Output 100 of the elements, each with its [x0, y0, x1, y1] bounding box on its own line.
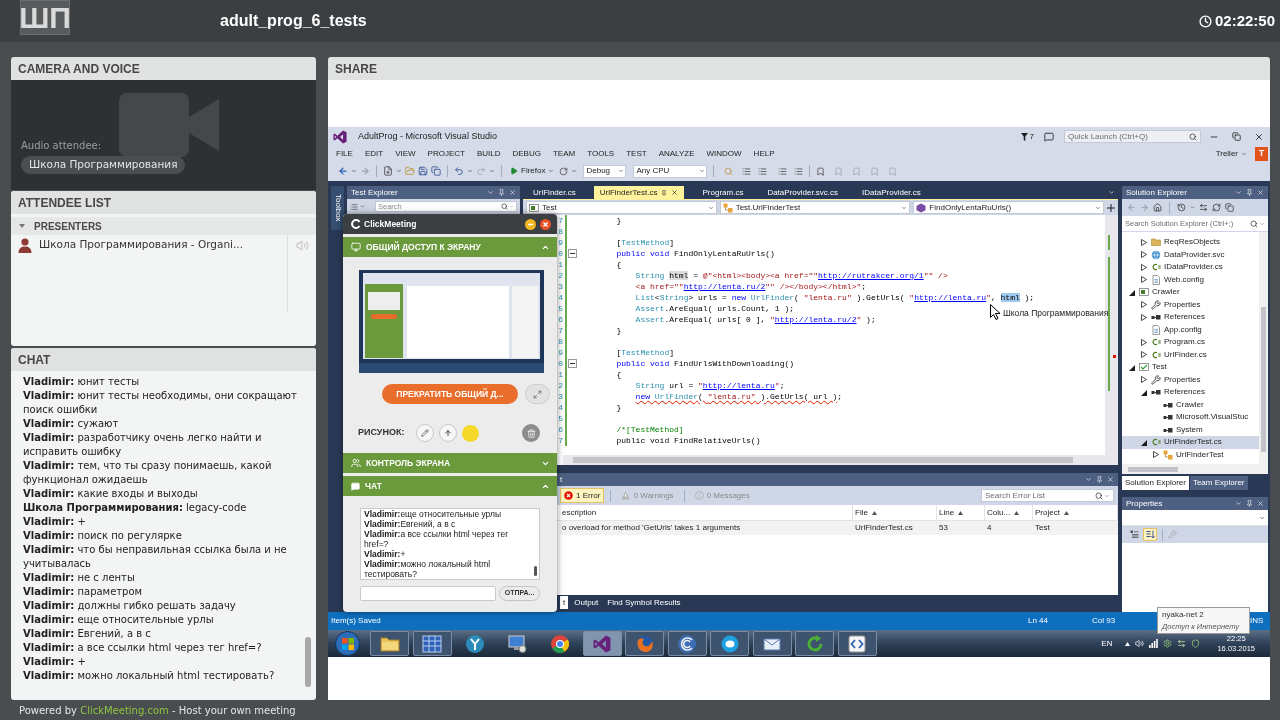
list-icon[interactable]	[758, 166, 768, 176]
panel-tab[interactable]: Solution Explorer	[1122, 476, 1189, 490]
column-header[interactable]: Line	[937, 505, 985, 520]
menu-item[interactable]: FILE	[336, 147, 353, 160]
collapsed-arrow-icon[interactable]	[1141, 376, 1147, 384]
collapsed-arrow-icon[interactable]	[1141, 351, 1147, 359]
vertical-scrollbar[interactable]	[1259, 232, 1268, 464]
taskbar-button[interactable]	[837, 631, 877, 656]
expanded-arrow-icon[interactable]	[1129, 363, 1135, 371]
collapsed-arrow-icon[interactable]	[1141, 301, 1147, 309]
menu-item[interactable]: HELP	[753, 147, 775, 160]
caret-icon[interactable]	[571, 168, 578, 174]
list-icon[interactable]	[742, 166, 752, 176]
run-button[interactable]: Firefox	[508, 165, 557, 177]
menu-item[interactable]: PROJECT	[427, 147, 465, 160]
tree-item[interactable]: Web.config	[1122, 273, 1259, 286]
scrollbar-thumb[interactable]	[534, 566, 537, 576]
tree-item[interactable]: System	[1122, 423, 1259, 436]
dropdown-icon[interactable]	[487, 189, 494, 196]
menu-item[interactable]: VIEW	[395, 147, 416, 160]
configuration-dropdown[interactable]: Debug	[583, 164, 627, 178]
tree-item[interactable]: Crawler	[1122, 398, 1259, 411]
dropdown-icon[interactable]	[1108, 189, 1115, 196]
tree-item[interactable]: References	[1122, 311, 1259, 324]
tree-item[interactable]: Crawler	[1122, 286, 1259, 299]
expanded-arrow-icon[interactable]	[1129, 288, 1135, 296]
collapsed-arrow-icon[interactable]	[1141, 263, 1147, 271]
caret-icon[interactable]	[360, 204, 365, 209]
minimize-button[interactable]	[525, 218, 536, 230]
close-icon[interactable]	[509, 189, 516, 196]
stacked-squares-icon[interactable]	[431, 166, 441, 176]
pin-icon[interactable]	[1096, 476, 1103, 483]
caret-icon[interactable]	[1241, 150, 1247, 157]
pin-icon[interactable]	[498, 189, 505, 196]
two-way-arrows-icon[interactable]	[1199, 203, 1208, 212]
back-icon[interactable]	[338, 166, 348, 176]
triangle-up-icon[interactable]	[1125, 641, 1131, 646]
list-icon[interactable]	[350, 202, 358, 211]
tree-item[interactable]: Microsoft.VisualStuc	[1122, 411, 1259, 424]
tree-item[interactable]: References	[1122, 386, 1259, 399]
collapsed-arrow-icon[interactable]	[1141, 313, 1147, 321]
panel-tab[interactable]: t	[560, 596, 569, 609]
column-header[interactable]: Project	[1033, 505, 1118, 520]
dropdown-icon[interactable]	[1235, 189, 1242, 196]
scrollbar-thumb[interactable]	[573, 457, 1073, 463]
caret-icon[interactable]	[396, 168, 402, 174]
close-icon[interactable]	[1257, 189, 1264, 196]
tree-item[interactable]: App.config	[1122, 323, 1259, 336]
collapsed-arrow-icon[interactable]	[1141, 238, 1147, 246]
close-icon[interactable]	[1107, 476, 1114, 483]
taskbar-button[interactable]	[667, 631, 707, 656]
account-name[interactable]: Treller	[1215, 147, 1238, 160]
gear-icon[interactable]	[1163, 639, 1173, 648]
close-icon[interactable]	[1257, 500, 1264, 507]
pen-tool-button[interactable]	[416, 424, 435, 442]
panel-tab[interactable]: Team Explorer	[1189, 476, 1248, 490]
panel-tab[interactable]: Find Symbol Results	[604, 596, 684, 609]
menu-item[interactable]: ANALYZE	[658, 147, 695, 160]
new-file-icon[interactable]	[383, 166, 393, 176]
group-header[interactable]: PRESENTERS	[11, 217, 316, 235]
horizontal-scrollbar[interactable]	[563, 455, 1105, 465]
undo-icon[interactable]	[454, 166, 464, 176]
language-indicator[interactable]: EN	[1101, 637, 1113, 650]
tree-item[interactable]: IDataProvider.cs	[1122, 261, 1259, 274]
refresh-icon[interactable]	[1212, 203, 1221, 212]
scrollbar-thumb[interactable]	[1128, 466, 1178, 472]
taskbar-button[interactable]	[710, 631, 749, 656]
caret-icon[interactable]	[351, 168, 357, 174]
column-header[interactable]: File	[853, 505, 937, 520]
navigation-dropdown[interactable]: FindOnlyLentaRuUrls()	[913, 201, 1104, 214]
dropdown-icon[interactable]	[1235, 500, 1242, 507]
document-tab[interactable]: DataProvider.svc.cs	[761, 186, 845, 199]
tree-item[interactable]: UrlFinderTest	[1122, 448, 1259, 461]
tree-item[interactable]: UrlFinder.cs	[1122, 348, 1259, 361]
navigation-dropdown[interactable]: Test	[526, 201, 717, 214]
caret-icon[interactable]	[467, 168, 473, 174]
dropdown-icon[interactable]	[1085, 476, 1092, 483]
signal-bars-icon[interactable]	[1149, 639, 1159, 648]
menu-item[interactable]: DEBUG	[512, 147, 541, 160]
tree-item[interactable]: Properties	[1122, 373, 1259, 386]
toolbox-tab[interactable]: Toolbox	[331, 186, 344, 230]
scrollbar-thumb[interactable]	[1261, 307, 1266, 452]
tree-item[interactable]: UrlFinderTest.cs	[1122, 436, 1259, 449]
color-swatch-icon[interactable]	[462, 424, 480, 442]
forward-icon[interactable]	[360, 166, 370, 176]
save-icon[interactable]	[418, 166, 428, 176]
platform-dropdown[interactable]: Any CPU	[633, 164, 708, 178]
plus-icon[interactable]	[1107, 203, 1115, 212]
scrollbar-thumb[interactable]	[305, 637, 311, 687]
tree-item[interactable]: Program.cs	[1122, 336, 1259, 349]
view-button[interactable]	[1143, 528, 1157, 541]
home-icon[interactable]	[1153, 203, 1162, 212]
clickmeeting-link[interactable]: ClickMeeting.com	[80, 704, 169, 716]
tree-item[interactable]: ReqResObjects	[1122, 236, 1259, 249]
search-field[interactable]: Search Error List	[981, 489, 1114, 502]
column-header[interactable]: escription	[560, 505, 853, 520]
two-way-arrows-icon[interactable]	[1177, 639, 1187, 648]
start-button[interactable]	[335, 631, 360, 656]
menu-item[interactable]: TEAM	[552, 147, 576, 160]
list-icon[interactable]	[778, 166, 788, 176]
